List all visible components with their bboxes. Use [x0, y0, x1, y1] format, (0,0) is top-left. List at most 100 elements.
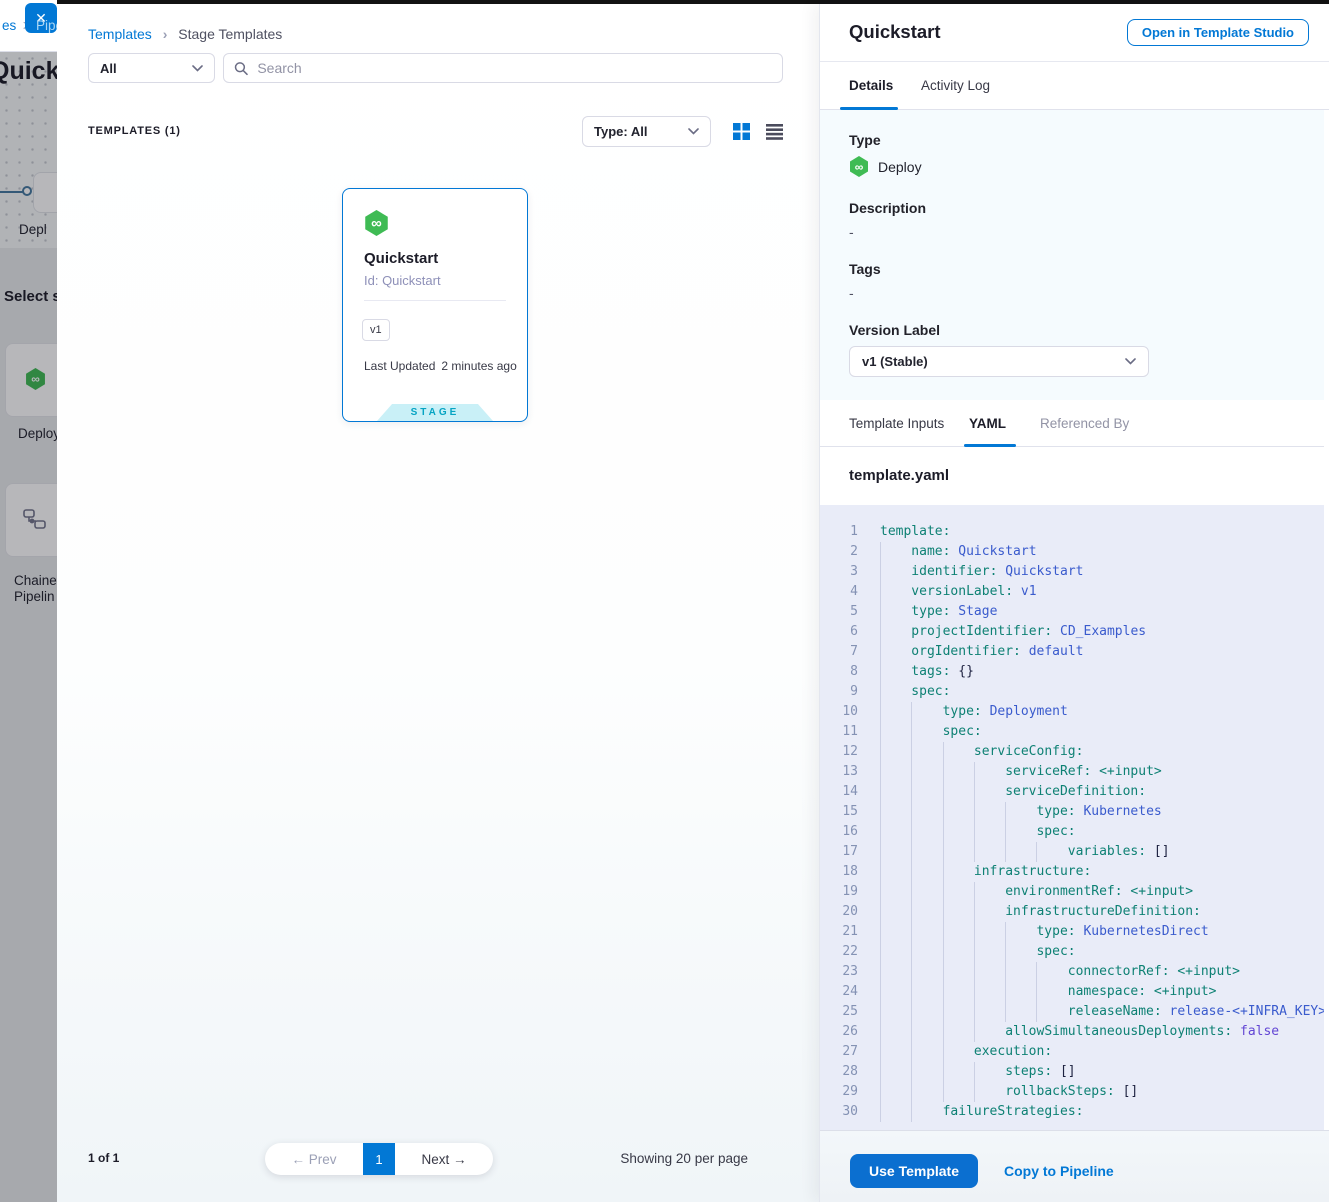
tags-label: Tags — [849, 261, 881, 277]
type-value-row: ∞ Deploy — [849, 156, 922, 177]
tab-details[interactable]: Details — [849, 78, 893, 93]
version-select-value: v1 (Stable) — [862, 354, 928, 369]
arrow-right-icon: → — [453, 1152, 467, 1167]
stage-type-badge: STAGE — [377, 404, 493, 421]
yaml-line: 7orgIdentifier: default — [820, 642, 1329, 662]
yaml-line: 22spec: — [820, 942, 1329, 962]
card-divider — [364, 300, 506, 301]
scope-filter-value: All — [100, 61, 117, 76]
list-view-icon[interactable] — [766, 123, 783, 140]
page-summary: 1 of 1 — [88, 1151, 119, 1165]
panel-title: Quickstart — [849, 21, 941, 43]
background-page: Quicks Depl Select s ∞ Deploy Chaine — [0, 0, 57, 1202]
tab-yaml[interactable]: YAML — [969, 416, 1006, 431]
breadcrumb-current: Stage Templates — [178, 26, 282, 42]
tab-template-inputs[interactable]: Template Inputs — [849, 416, 944, 431]
yaml-line: 14serviceDefinition: — [820, 782, 1329, 802]
yaml-line: 25releaseName: release-<+INFRA_KEY> — [820, 1002, 1329, 1022]
version-select[interactable]: v1 (Stable) — [849, 346, 1149, 377]
yaml-line: 6projectIdentifier: CD_Examples — [820, 622, 1329, 642]
grid-view-icon[interactable] — [733, 123, 750, 140]
yaml-file-header: template.yaml — [820, 447, 1329, 505]
deploy-icon: ∞ — [364, 210, 389, 236]
yaml-line: 24namespace: <+input> — [820, 982, 1329, 1002]
yaml-line: 16spec: — [820, 822, 1329, 842]
yaml-line: 27execution: — [820, 1042, 1329, 1062]
pagination: ← Prev 1 Next → — [265, 1143, 493, 1175]
scope-filter-select[interactable]: All — [88, 53, 215, 83]
version-label: Version Label — [849, 322, 940, 338]
search-icon — [234, 61, 248, 76]
panel-scrollbar-track[interactable] — [1324, 110, 1329, 1130]
templates-count-label: TEMPLATES (1) — [88, 125, 181, 137]
yaml-line: 23connectorRef: <+input> — [820, 962, 1329, 982]
breadcrumb-templates-link[interactable]: Templates — [88, 26, 152, 42]
search-input[interactable] — [257, 60, 772, 76]
search-box — [223, 53, 783, 83]
copy-to-pipeline-link[interactable]: Copy to Pipeline — [1004, 1163, 1114, 1179]
panel-footer: Use Template Copy to Pipeline — [820, 1130, 1329, 1202]
breadcrumb: Templates › Stage Templates — [88, 26, 282, 42]
tags-value: - — [849, 285, 854, 301]
panel-header: Quickstart Open in Template Studio — [820, 4, 1329, 62]
chevron-down-icon — [688, 128, 699, 135]
yaml-file-name: template.yaml — [849, 467, 949, 484]
template-details-panel: Quickstart Open in Template Studio Detai… — [819, 4, 1329, 1202]
arrow-left-icon: ← — [291, 1152, 305, 1167]
last-updated-label: Last Updated — [364, 359, 435, 373]
version-badge: v1 — [362, 319, 390, 341]
yaml-line: 26allowSimultaneousDeployments: false — [820, 1022, 1329, 1042]
yaml-line: 21type: KubernetesDirect — [820, 922, 1329, 942]
last-updated-value: 2 minutes ago — [441, 359, 516, 373]
yaml-line: 29rollbackSteps: [] — [820, 1082, 1329, 1102]
chevron-down-icon — [192, 65, 203, 72]
yaml-line: 17variables: [] — [820, 842, 1329, 862]
template-card-title: Quickstart — [364, 250, 438, 267]
yaml-line: 9spec: — [820, 682, 1329, 702]
templates-drawer: Templates › Stage Templates All TEMPLATE… — [57, 4, 819, 1202]
yaml-line: 13serviceRef: <+input> — [820, 762, 1329, 782]
prev-page-button[interactable]: ← Prev — [265, 1152, 363, 1167]
yaml-line: 8tags: {} — [820, 662, 1329, 682]
open-template-studio-button[interactable]: Open in Template Studio — [1127, 19, 1309, 46]
panel-subtabs: Template Inputs YAML Referenced By — [820, 400, 1329, 447]
showing-per-page: Showing 20 per page — [620, 1151, 748, 1166]
yaml-line: 2name: Quickstart — [820, 542, 1329, 562]
yaml-line: 12serviceConfig: — [820, 742, 1329, 762]
yaml-line: 28steps: [] — [820, 1062, 1329, 1082]
type-filter-value: Type: All — [594, 124, 647, 139]
panel-tabs: Details Activity Log — [820, 62, 1329, 110]
page-number-active[interactable]: 1 — [363, 1143, 395, 1175]
deploy-icon: ∞ — [849, 156, 869, 177]
background-breadcrumb-prefix[interactable]: es — [2, 18, 16, 33]
yaml-line: 18infrastructure: — [820, 862, 1329, 882]
chevron-down-icon — [1125, 358, 1136, 365]
yaml-line: 3identifier: Quickstart — [820, 562, 1329, 582]
yaml-line: 19environmentRef: <+input> — [820, 882, 1329, 902]
type-label: Type — [849, 132, 881, 148]
type-filter-select[interactable]: Type: All — [582, 116, 711, 147]
modal-dim-overlay — [0, 52, 57, 1202]
yaml-lines: 1template:2name: Quickstart3identifier: … — [820, 522, 1329, 1122]
yaml-line: 15type: Kubernetes — [820, 802, 1329, 822]
description-value: - — [849, 224, 854, 240]
template-card-quickstart[interactable]: ∞ Quickstart Id: Quickstart v1 Last Upda… — [342, 188, 528, 422]
yaml-line: 1template: — [820, 522, 1329, 542]
tab-activity-log[interactable]: Activity Log — [921, 78, 990, 93]
breadcrumb-chevron: › — [163, 26, 168, 42]
background-breadcrumb-link[interactable]: Pipe — [36, 18, 57, 33]
tab-referenced-by[interactable]: Referenced By — [1040, 416, 1129, 431]
description-label: Description — [849, 200, 926, 216]
yaml-line: 5type: Stage — [820, 602, 1329, 622]
last-updated: Last Updated 2 minutes ago — [364, 359, 517, 373]
view-toggle — [733, 123, 783, 140]
yaml-line: 11spec: — [820, 722, 1329, 742]
yaml-editor[interactable]: 1template:2name: Quickstart3identifier: … — [820, 505, 1329, 1130]
app-root: Quicks Depl Select s ∞ Deploy Chaine — [0, 0, 1329, 1202]
yaml-line: 20infrastructureDefinition: — [820, 902, 1329, 922]
type-value: Deploy — [878, 159, 922, 175]
yaml-line: 10type: Deployment — [820, 702, 1329, 722]
yaml-line: 30failureStrategies: — [820, 1102, 1329, 1122]
next-page-button[interactable]: Next → — [395, 1152, 493, 1167]
use-template-button[interactable]: Use Template — [850, 1154, 978, 1188]
